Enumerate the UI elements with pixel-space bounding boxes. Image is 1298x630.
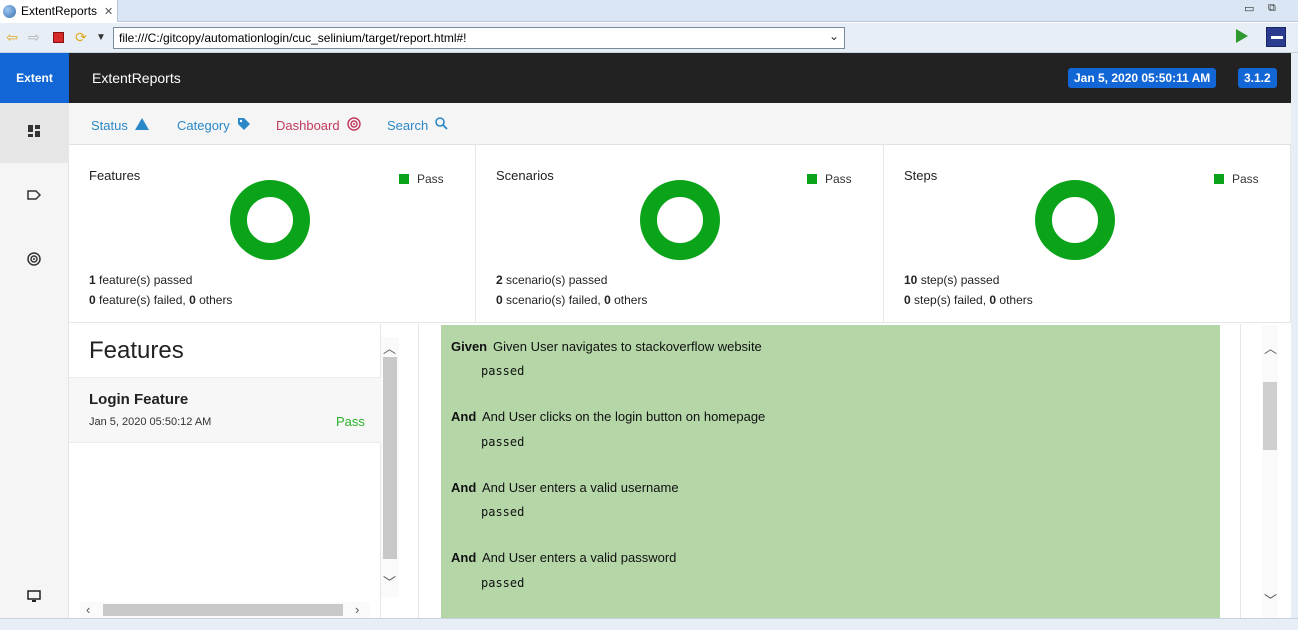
globe-icon <box>3 4 16 18</box>
donut-chart <box>230 180 310 260</box>
passed-stat: 1 feature(s) passed <box>89 273 193 287</box>
step-keyword: Given <box>451 339 488 354</box>
url-input[interactable]: file:///C:/gitcopy/automationlogin/cuc_s… <box>113 27 845 49</box>
step-keyword: And <box>451 409 477 424</box>
restore-icon[interactable]: ⧉ <box>1268 2 1276 15</box>
passed-stat: 2 scenario(s) passed <box>496 273 608 287</box>
step-name: Given User navigates to stackoverflow we… <box>493 339 762 354</box>
minimize-icon[interactable]: ▭ <box>1244 2 1254 15</box>
browser-tab-title: ExtentReports <box>21 4 98 18</box>
card-title: Scenarios <box>496 168 554 183</box>
legend-swatch <box>1214 174 1224 184</box>
eclipse-browser-icon[interactable] <box>1266 27 1286 47</box>
legend-label: Pass <box>825 172 852 186</box>
close-tab-icon[interactable]: ✕ <box>104 5 113 18</box>
tag-icon <box>237 117 251 134</box>
detail-vertical-scrollbar[interactable] <box>1262 325 1278 618</box>
donut-chart <box>1035 180 1115 260</box>
browser-toolbar: ⇦ ⇨ ⟳ ▼ file:///C:/gitcopy/automationlog… <box>0 23 1298 53</box>
donut-chart <box>640 180 720 260</box>
steps-panel: Given Given User navigates to stackoverf… <box>441 325 1220 618</box>
passed-stat: 10 step(s) passed <box>904 273 1000 287</box>
page-vertical-scrollbar[interactable] <box>1291 53 1298 618</box>
list-scrollbar-thumb[interactable] <box>383 357 397 559</box>
target-icon <box>346 117 361 134</box>
scroll-down-icon[interactable]: ﹀ <box>383 572 396 591</box>
horizontal-scrollbar-thumb[interactable] <box>103 604 343 616</box>
detail-scrollbar-thumb[interactable] <box>1263 382 1277 450</box>
stop-icon[interactable] <box>50 29 66 45</box>
subnav-status-label: Status <box>91 117 128 133</box>
subnav-search[interactable]: Search <box>387 117 448 133</box>
go-icon[interactable] <box>1236 29 1248 43</box>
subnav-status[interactable]: Status <box>91 117 149 133</box>
side-nav <box>0 103 69 618</box>
subnav-category[interactable]: Category <box>177 117 251 134</box>
subnav-dashboard-label: Dashboard <box>276 118 340 133</box>
feature-list-item[interactable] <box>69 377 381 443</box>
detail-divider <box>418 324 419 618</box>
brand-logo[interactable]: Extent <box>0 53 69 103</box>
feature-time: Jan 5, 2020 05:50:12 AM <box>89 416 212 428</box>
scroll-left-icon[interactable]: ‹ <box>86 602 90 617</box>
search-icon <box>435 117 448 133</box>
scenarios-card: Scenarios Pass 2 scenario(s) passed 0 sc… <box>476 145 884 323</box>
step-status: passed <box>481 505 525 519</box>
browser-tab[interactable]: ExtentReports ✕ <box>0 0 118 22</box>
step-keyword: And <box>451 550 477 565</box>
scroll-down-icon[interactable]: ﹀ <box>1264 590 1277 609</box>
failed-stat: 0 scenario(s) failed, 0 others <box>496 293 648 307</box>
step-status: passed <box>481 435 525 449</box>
sub-navbar <box>69 103 1291 145</box>
step-status: passed <box>481 364 525 378</box>
browser-status-bar <box>0 618 1298 630</box>
target-icon[interactable] <box>24 249 44 269</box>
warning-icon <box>134 117 149 133</box>
scroll-right-icon[interactable]: › <box>355 602 359 617</box>
step-name: And User enters a valid username <box>482 480 679 495</box>
feature-name: Login Feature <box>89 391 189 408</box>
step-keyword: And <box>451 480 477 495</box>
step-name: And User enters a valid password <box>482 550 677 565</box>
step-name: And User clicks on the login button on h… <box>482 409 766 424</box>
legend-swatch <box>807 174 817 184</box>
version-badge: 3.1.2 <box>1238 68 1277 88</box>
browser-tab-bar <box>0 0 1298 22</box>
legend-swatch <box>399 174 409 184</box>
subnav-search-label: Search <box>387 117 429 133</box>
card-title: Steps <box>904 168 938 183</box>
tag-icon[interactable] <box>24 185 44 205</box>
refresh-icon[interactable]: ⟳ <box>73 29 89 45</box>
failed-stat: 0 feature(s) failed, 0 others <box>89 293 233 307</box>
step-status: passed <box>481 576 525 590</box>
url-dropdown-icon[interactable]: ⌄ <box>829 29 839 43</box>
failed-stat: 0 step(s) failed, 0 others <box>904 293 1033 307</box>
features-heading: Features <box>89 337 184 364</box>
subnav-category-label: Category <box>177 118 230 133</box>
card-title: Features <box>89 168 141 183</box>
feature-status: Pass <box>336 414 365 429</box>
detail-right-divider <box>1240 324 1241 618</box>
features-card: Features Pass 1 feature(s) passed 0 feat… <box>69 145 476 323</box>
scroll-up-icon[interactable]: ︿ <box>1264 338 1277 357</box>
dashboard-icon[interactable] <box>24 121 44 141</box>
legend-label: Pass <box>1232 172 1259 186</box>
report-title: ExtentReports <box>92 70 181 86</box>
features-list-pane <box>69 324 381 618</box>
scroll-up-icon[interactable]: ︿ <box>383 338 396 357</box>
back-icon[interactable]: ⇦ <box>4 29 20 45</box>
forward-icon[interactable]: ⇨ <box>26 29 42 45</box>
steps-card: Steps Pass 10 step(s) passed 0 step(s) f… <box>884 145 1291 323</box>
subnav-dashboard[interactable]: Dashboard <box>276 117 361 134</box>
history-dropdown-icon[interactable]: ▼ <box>93 29 109 45</box>
legend-label: Pass <box>417 172 444 186</box>
monitor-icon[interactable] <box>24 586 44 606</box>
report-date-badge: Jan 5, 2020 05:50:11 AM <box>1068 68 1217 88</box>
